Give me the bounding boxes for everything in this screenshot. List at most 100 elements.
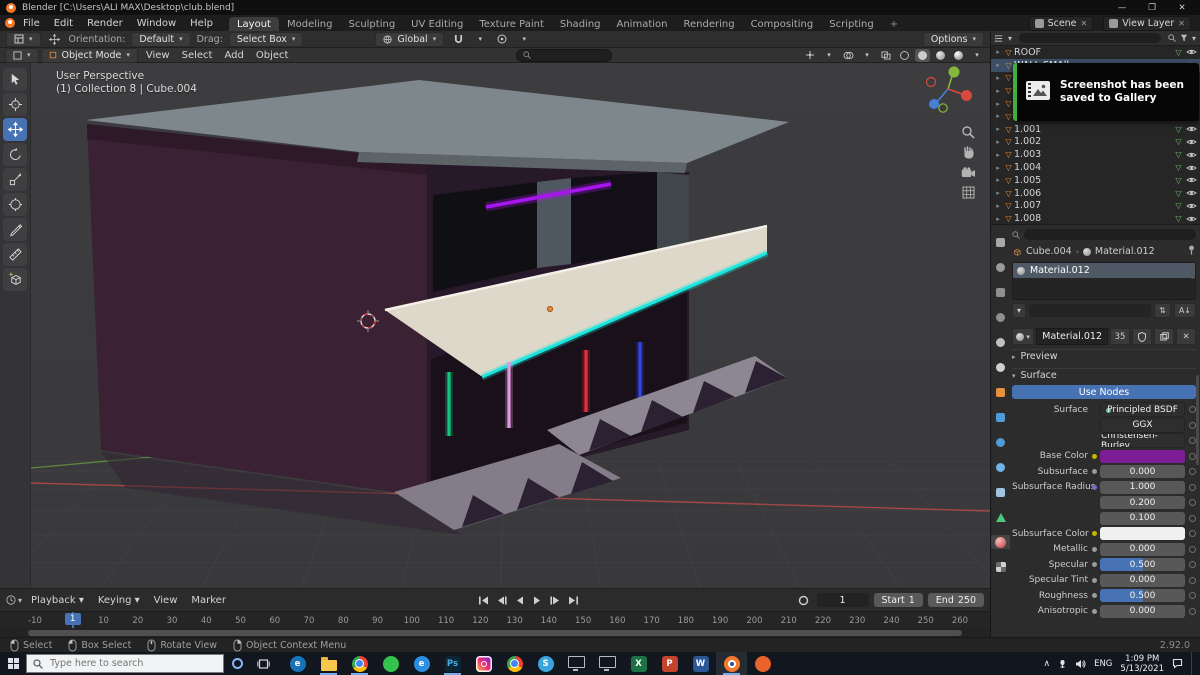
- outliner-item-1-007[interactable]: ▸ ▽ 1.007 ▽: [991, 200, 1200, 213]
- gizmo-dropdown[interactable]: ▾: [821, 48, 837, 62]
- properties-tab-material[interactable]: [991, 535, 1010, 549]
- minimize-button[interactable]: —: [1110, 3, 1134, 13]
- drag-dropdown[interactable]: Select Box ▾: [228, 31, 304, 47]
- orientation-dropdown[interactable]: Default ▾: [131, 31, 191, 47]
- play-reverse-button[interactable]: [511, 593, 528, 607]
- property-field-roughness[interactable]: 0.500: [1100, 589, 1185, 602]
- preview-panel-header[interactable]: ▸ Preview: [1012, 349, 1196, 363]
- material-name-field[interactable]: Material.012: [1036, 328, 1108, 345]
- properties-tab-constraints[interactable]: [991, 485, 1010, 499]
- workspace-tab-scripting[interactable]: Scripting: [821, 17, 881, 31]
- zoom-icon[interactable]: [959, 123, 977, 141]
- expand-icon[interactable]: ▸: [993, 74, 1003, 82]
- swap-slots-button[interactable]: ⇅: [1154, 303, 1171, 318]
- expand-icon[interactable]: ▸: [993, 112, 1003, 120]
- taskbar-app-excel[interactable]: X: [623, 652, 654, 675]
- tool-scale[interactable]: [3, 168, 27, 191]
- editor-type-dropdown[interactable]: ▾: [6, 31, 41, 47]
- properties-tab-object[interactable]: [991, 385, 1010, 399]
- new-material-copy-icon[interactable]: [1154, 328, 1174, 345]
- jump-to-start-button[interactable]: [475, 593, 492, 607]
- expand-icon[interactable]: ▸: [993, 61, 1003, 69]
- pan-hand-icon[interactable]: [959, 143, 977, 161]
- taskbar-app-firefox[interactable]: [747, 652, 778, 675]
- unlink-view-layer-icon[interactable]: ✕: [1178, 19, 1185, 28]
- gizmo-toggle-icon[interactable]: [802, 48, 818, 62]
- tool-transform[interactable]: [3, 193, 27, 216]
- camera-view-icon[interactable]: [959, 163, 977, 181]
- play-button[interactable]: [529, 593, 546, 607]
- tool-annotate[interactable]: [3, 218, 27, 241]
- properties-tab-view-layer[interactable]: [991, 310, 1010, 324]
- properties-tab-modifiers[interactable]: [991, 410, 1010, 424]
- outliner-item-1-002[interactable]: ▸ ▽ 1.002 ▽: [991, 136, 1200, 149]
- workspace-tab-compositing[interactable]: Compositing: [743, 17, 822, 31]
- shading-dropdown[interactable]: ▾: [969, 48, 985, 62]
- language-indicator[interactable]: ENG: [1094, 659, 1112, 669]
- property-field-metallic[interactable]: 0.000: [1100, 542, 1185, 556]
- properties-tab-object-data[interactable]: [991, 510, 1010, 524]
- visibility-eye-icon[interactable]: [1184, 138, 1198, 146]
- taskbar-app-blender[interactable]: [716, 652, 747, 675]
- properties-tab-scene[interactable]: [991, 335, 1010, 349]
- timeline-editor-dropdown[interactable]: ▾: [18, 596, 22, 605]
- view-layer-selector[interactable]: View Layer ✕: [1103, 15, 1191, 31]
- visibility-eye-icon[interactable]: [1184, 202, 1198, 210]
- workspace-tab-rendering[interactable]: Rendering: [675, 17, 742, 31]
- browse-material-button[interactable]: ▾: [1012, 328, 1035, 345]
- visibility-eye-icon[interactable]: [1184, 125, 1198, 133]
- properties-search-field[interactable]: [1024, 229, 1196, 240]
- usb-device-icon[interactable]: [1058, 659, 1067, 669]
- visibility-eye-icon[interactable]: [1184, 176, 1198, 184]
- fake-user-shield-icon[interactable]: [1132, 328, 1152, 345]
- task-view-button[interactable]: [250, 652, 276, 675]
- current-frame-field[interactable]: 1: [816, 593, 869, 607]
- use-nodes-button[interactable]: Use Nodes: [1012, 385, 1196, 399]
- outliner-search-field[interactable]: [1019, 33, 1161, 43]
- xray-toggle-icon[interactable]: [878, 48, 894, 62]
- outliner-item-1-004[interactable]: ▸ ▽ 1.004 ▽: [991, 161, 1200, 174]
- properties-tab-world[interactable]: [991, 360, 1010, 374]
- expand-icon[interactable]: ▸: [993, 151, 1003, 159]
- property-field-specular-tint[interactable]: 0.000: [1100, 573, 1185, 587]
- properties-tab-tool[interactable]: [991, 235, 1010, 249]
- property-field-base-color[interactable]: [1100, 449, 1185, 463]
- menu-edit[interactable]: Edit: [47, 17, 80, 30]
- maximize-button[interactable]: ❐: [1140, 3, 1164, 13]
- viewport-menu-object[interactable]: Object: [250, 50, 295, 61]
- taskbar-app-file-explorer[interactable]: [313, 652, 344, 675]
- frame-end-field[interactable]: End 250: [927, 593, 984, 607]
- viewport-menu-select[interactable]: Select: [176, 50, 219, 61]
- visibility-eye-icon[interactable]: [1184, 151, 1198, 159]
- expand-icon[interactable]: ▸: [993, 138, 1003, 146]
- viewport-editor-dropdown[interactable]: ▾: [5, 47, 39, 63]
- outliner-editor-dropdown[interactable]: ▾: [1008, 34, 1012, 43]
- blender-menu-icon[interactable]: [5, 18, 15, 28]
- visibility-eye-icon[interactable]: [1184, 189, 1198, 197]
- properties-tab-physics[interactable]: [991, 460, 1010, 474]
- filter-funnel-icon[interactable]: [1180, 34, 1188, 42]
- property-field-specular[interactable]: 0.500: [1100, 558, 1185, 571]
- surface-panel-header[interactable]: ▾ Surface: [1012, 368, 1196, 382]
- options-dropdown[interactable]: Options ▾: [922, 31, 984, 47]
- outliner-item-1-001[interactable]: ▸ ▽ 1.001 ▽: [991, 123, 1200, 136]
- taskbar-app-remote-desktop[interactable]: [561, 652, 592, 675]
- visibility-eye-icon[interactable]: [1184, 164, 1198, 172]
- close-button[interactable]: ✕: [1170, 3, 1194, 13]
- taskbar-app-photoshop[interactable]: Ps: [437, 652, 468, 675]
- workspace-tab-uv-editing[interactable]: UV Editing: [403, 17, 471, 31]
- tool-add-cube[interactable]: [3, 268, 27, 291]
- start-button[interactable]: [0, 652, 26, 675]
- expand-icon[interactable]: ▸: [993, 164, 1003, 172]
- taskbar-app-internet-explorer[interactable]: e: [282, 652, 313, 675]
- timeline-menu-view[interactable]: View: [147, 594, 185, 607]
- expand-icon[interactable]: ▸: [993, 202, 1003, 210]
- menu-window[interactable]: Window: [130, 17, 183, 30]
- proportional-dropdown[interactable]: ▾: [516, 32, 532, 46]
- expand-icon[interactable]: ▸: [993, 125, 1003, 133]
- taskbar-app-chrome-profile-2[interactable]: [499, 652, 530, 675]
- snap-magnet-icon[interactable]: [450, 32, 466, 46]
- tool-move[interactable]: [3, 118, 27, 141]
- users-count-badge[interactable]: 35: [1110, 328, 1130, 345]
- prev-keyframe-button[interactable]: [493, 593, 510, 607]
